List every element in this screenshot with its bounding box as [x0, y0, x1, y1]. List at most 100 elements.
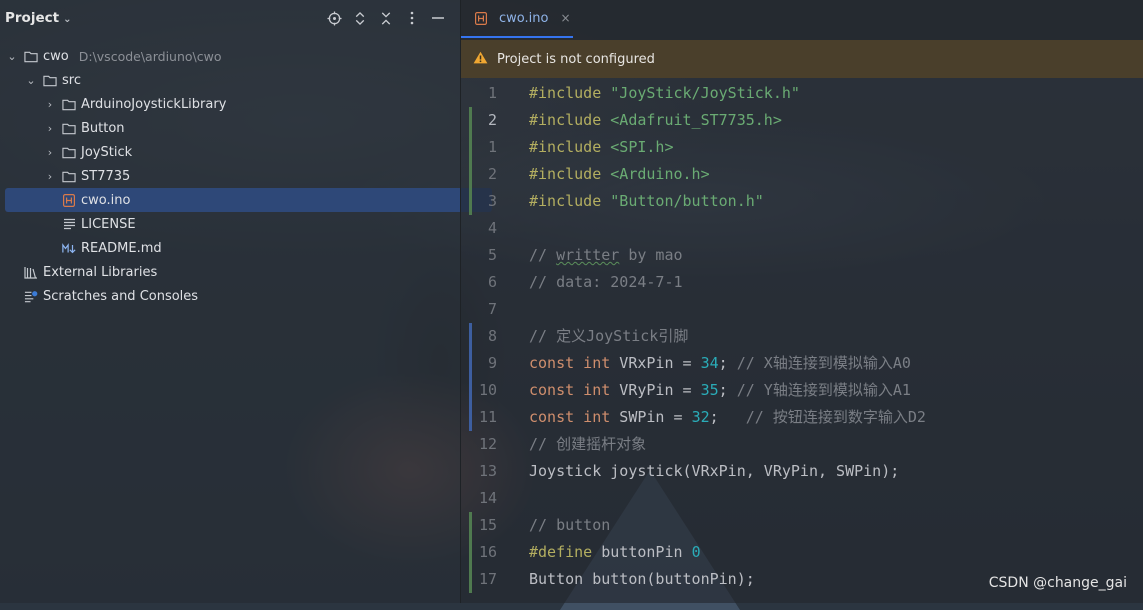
code-text: const int SWPin = 32; // 按钮连接到数字输入D2: [529, 408, 926, 426]
library-icon: [24, 265, 38, 279]
tree-item-label: cwo.ino: [81, 192, 131, 208]
tree-item-label: JoyStick: [81, 144, 133, 160]
code-text: #define buttonPin 0: [529, 543, 701, 561]
folder-icon: [62, 97, 76, 111]
chevron-right-icon[interactable]: ›: [44, 170, 56, 183]
code-line: 16 #define buttonPin 0: [461, 539, 1143, 566]
code-text: #include <Arduino.h>: [529, 165, 710, 183]
tree-item-cwo[interactable]: ⌄ cwo D:\vscode\ardiuno\cwo: [0, 44, 466, 68]
code-text: #include <Adafruit_ST7735.h>: [529, 111, 782, 129]
chevron-down-icon[interactable]: ⌄: [25, 74, 37, 87]
tree-item-license[interactable]: LICENSE: [0, 212, 504, 236]
ino-file-icon: [62, 193, 76, 207]
code-text: // button: [529, 516, 611, 534]
project-view-selector[interactable]: Project ⌄: [5, 10, 71, 26]
watermark: CSDN @change_gai: [988, 575, 1127, 591]
chevron-down-icon: ⌄: [63, 14, 72, 25]
chevron-down-icon[interactable]: ⌄: [6, 50, 18, 63]
code-text: // data: 2024-7-1: [529, 273, 683, 291]
tree-item-st7735[interactable]: › ST7735: [0, 164, 504, 188]
project-toolbar: [326, 9, 446, 27]
tree-item-label: ST7735: [81, 168, 131, 184]
line-number: 16: [478, 543, 497, 561]
tree-item-external-libraries[interactable]: External Libraries: [0, 260, 466, 284]
more-icon[interactable]: [404, 9, 420, 27]
locate-icon[interactable]: [326, 9, 342, 27]
close-icon[interactable]: ×: [560, 11, 570, 25]
expand-collapse-icon[interactable]: [352, 9, 368, 27]
line-number: 5: [487, 246, 497, 264]
line-number: 1: [487, 138, 497, 156]
line-number: 3: [487, 192, 497, 210]
tree-item-label: External Libraries: [43, 264, 158, 280]
code-line: 14: [461, 485, 1143, 512]
tree-item-scratches[interactable]: Scratches and Consoles: [0, 284, 466, 308]
code-line: 10 const int VRyPin = 35; // Y轴连接到模拟输入A1: [461, 377, 1143, 404]
code-text: const int VRxPin = 34; // X轴连接到模拟输入A0: [529, 354, 911, 372]
warning-banner: Project is not configured: [461, 40, 1143, 78]
code-line: 13 Joystick joystick(VRxPin, VRyPin, SWP…: [461, 458, 1143, 485]
collapse-all-icon[interactable]: [378, 9, 394, 27]
code-text: // writter by mao: [529, 246, 683, 264]
tree-item-arduinojoysticklibrary[interactable]: › ArduinoJoystickLibrary: [0, 92, 504, 116]
chevron-right-icon[interactable]: ›: [44, 122, 56, 135]
folder-icon: [43, 73, 57, 87]
tree-item-label: src: [62, 72, 81, 88]
folder-icon: [24, 49, 38, 63]
folder-icon: [62, 169, 76, 183]
project-panel-title: Project: [5, 10, 60, 26]
code-line: 11 const int SWPin = 32; // 按钮连接到数字输入D2: [461, 404, 1143, 431]
hide-icon[interactable]: [430, 9, 446, 27]
tree-item-readme[interactable]: README.md: [0, 236, 504, 260]
line-number: 9: [487, 354, 497, 372]
code-text: const int VRyPin = 35; // Y轴连接到模拟输入A1: [529, 381, 911, 399]
line-number: 1: [487, 84, 497, 102]
code-text: Button button(buttonPin);: [529, 570, 755, 588]
folder-icon: [62, 121, 76, 135]
tree-item-label: Scratches and Consoles: [43, 288, 199, 304]
ino-file-icon: [474, 11, 488, 25]
code-text: // 定义JoyStick引脚: [529, 327, 689, 345]
line-number: 11: [478, 408, 497, 426]
tab-cwo-ino[interactable]: cwo.ino ×: [461, 0, 573, 38]
line-number: 14: [478, 489, 497, 507]
line-number: 6: [487, 273, 497, 291]
tab-label: cwo.ino: [499, 10, 549, 26]
line-number: 2: [487, 111, 497, 129]
code-line: 9 const int VRxPin = 34; // X轴连接到模拟输入A0: [461, 350, 1143, 377]
code-line: 2 #include <Arduino.h>: [461, 161, 1143, 188]
project-panel-header: Project ⌄: [0, 0, 460, 38]
line-number: 2: [487, 165, 497, 183]
tree-item-label: LICENSE: [81, 216, 136, 232]
code-line: 7: [461, 296, 1143, 323]
line-number: 15: [478, 516, 497, 534]
tree-item-cwo-ino[interactable]: cwo.ino: [0, 188, 504, 212]
folder-icon: [62, 145, 76, 159]
code-line: 3 #include "Button/button.h": [461, 188, 1143, 215]
chevron-right-icon[interactable]: ›: [44, 146, 56, 159]
tree-item-src[interactable]: ⌄ src: [0, 68, 485, 92]
tree-item-label: cwo: [43, 48, 69, 64]
tree-item-joystick[interactable]: › JoyStick: [0, 140, 504, 164]
code-line: 1 #include "JoyStick/JoyStick.h": [461, 80, 1143, 107]
code-line: 5 // writter by mao: [461, 242, 1143, 269]
project-panel: Project ⌄ ⌄ cwo D:\vscode\ardiuno\cwo ⌄ …: [0, 0, 492, 603]
code-text: Joystick joystick(VRxPin, VRyPin, SWPin)…: [529, 462, 900, 480]
code-line: 1 #include <SPI.h>: [461, 134, 1143, 161]
code-line: 8 // 定义JoyStick引脚: [461, 323, 1143, 350]
line-number: 4: [487, 219, 497, 237]
line-number: 8: [487, 327, 497, 345]
code-line: 15 // button: [461, 512, 1143, 539]
tree-item-label: Button: [81, 120, 125, 136]
code-line: 6 // data: 2024-7-1: [461, 269, 1143, 296]
code-text: #include "Button/button.h": [529, 192, 764, 210]
code-line: 4: [461, 215, 1143, 242]
chevron-right-icon[interactable]: ›: [44, 98, 56, 111]
code-text: // 创建摇杆对象: [529, 435, 647, 453]
editor: cwo.ino × Project is not configured 1 #i…: [461, 0, 1143, 603]
tree-item-label: ArduinoJoystickLibrary: [81, 96, 227, 112]
project-path: D:\vscode\ardiuno\cwo: [78, 48, 222, 64]
tree-item-button[interactable]: › Button: [0, 116, 504, 140]
line-number: 7: [487, 300, 497, 318]
text-file-icon: [62, 217, 76, 231]
